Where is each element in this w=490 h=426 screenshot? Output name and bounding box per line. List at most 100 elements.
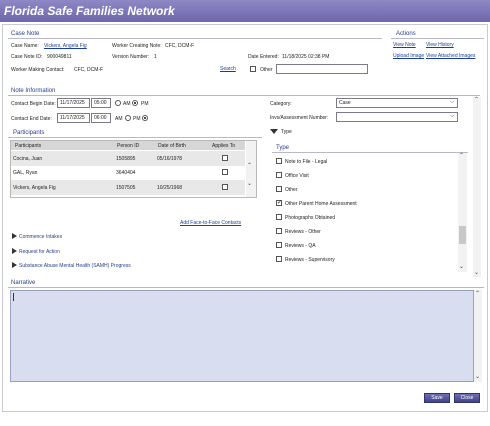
window-title: Florida Safe Families Network [4,4,175,18]
participant-name: Vickers, Angela Fig [13,185,56,191]
other-label: Other [260,67,273,73]
expand-arrow-icon[interactable] [12,248,17,254]
type-collapse-icon[interactable] [270,129,278,134]
other-input[interactable] [276,64,368,74]
main-scrollbar[interactable] [473,97,481,277]
contact-begin-label: Contact Begin Date: [11,101,56,107]
scroll-down-icon[interactable]: ⌄ [475,374,480,380]
narrative-scrollbar[interactable] [474,290,482,382]
type-item-label: Other Parent Home Assessment [285,201,357,207]
col-applies-to: Applies To [212,143,235,149]
category-label: Category: [270,101,292,107]
worker-making-label: Worker Making Contact: [11,67,65,73]
upload-image-link[interactable]: Upload Image [393,53,424,59]
close-button[interactable]: Close [454,393,480,403]
participants-title: Participants [13,130,45,136]
date-entered-label: Date Entered: [248,54,279,60]
type-checkbox[interactable] [276,256,282,262]
add-face-to-face-link[interactable]: Add Face-to-Face Contacts [180,220,241,226]
category-chevron-down-icon[interactable]: ⌵ [450,99,455,105]
scroll-down-icon[interactable]: ⌄ [247,181,252,187]
begin-date-input[interactable]: 11/17/2025 [57,98,90,108]
type-checkbox[interactable] [276,242,282,248]
expand-arrow-icon[interactable] [12,262,17,268]
invs-label: Invs/Assessment Number: [270,115,329,121]
type-list-title: Type [276,145,290,151]
participants-divider [8,137,262,138]
scroll-down-icon[interactable]: ⌄ [459,264,464,270]
version-label: Version Number: [112,54,150,60]
applies-to-checkbox[interactable] [222,169,228,175]
scroll-up-icon[interactable]: ⌃ [475,291,480,297]
type-list-scrollbar[interactable] [458,153,467,272]
category-select[interactable]: Case [336,98,458,108]
version-value: 1 [154,54,157,60]
request-for-action-expander[interactable]: Request for Action [19,249,60,255]
date-entered-value: 11/18/2025 02:38 PM [282,54,330,60]
end-pm-radio[interactable] [142,115,148,121]
category-value: Case [339,100,351,106]
begin-am-label: AM [123,101,131,107]
text-cursor [13,293,14,301]
col-person-id: Person ID [117,143,140,149]
type-item-label: Note to File - Legal [285,159,328,165]
actions-divider [391,38,484,39]
save-button[interactable]: Save [424,393,450,403]
col-dob: Date of Birth [158,143,186,149]
type-item-label: Reviews - Other [285,229,321,235]
begin-time-input[interactable]: 05:00 [91,98,111,108]
type-item-label: Reviews - Supervisory [285,257,335,263]
type-checkbox[interactable] [276,172,282,178]
type-list-scroll-thumb[interactable] [459,226,466,244]
type-checkbox[interactable] [276,186,282,192]
view-note-link[interactable]: View Note [393,42,416,48]
applies-to-checkbox[interactable] [222,184,228,190]
narrative-textarea[interactable] [10,290,474,382]
view-attached-images-link[interactable]: View Attached Images [426,53,475,59]
type-checkbox[interactable] [276,228,282,234]
type-item-label: Reviews - QA [285,243,316,249]
type-checkbox[interactable] [276,199,282,206]
begin-am-radio[interactable] [115,100,121,106]
expand-arrow-icon[interactable] [12,233,17,239]
case-name-link[interactable]: Vickers, Angela Fig [44,43,87,49]
participant-id: 3640404 [116,170,136,176]
narrative-title: Narrative [11,280,36,286]
participant-id: 1507505 [116,185,136,191]
begin-pm-label: PM [141,101,149,107]
end-date-input[interactable]: 11/17/2025 [57,113,90,123]
search-link[interactable]: Search [220,66,236,72]
note-information-title: Note Information [11,88,56,94]
invs-chevron-down-icon[interactable]: ⌵ [450,113,455,119]
actions-title: Actions [396,31,416,37]
scroll-up-icon[interactable]: ⌃ [474,97,479,103]
contact-end-label: Contact End Date: [11,116,52,122]
case-name-label: Case Name: [11,43,39,49]
narrative-divider [8,287,484,288]
col-participants: Participants [15,143,42,149]
type-checkbox[interactable] [276,158,282,164]
participant-dob: 05/16/1978 [157,156,183,162]
type-list [272,153,468,272]
applies-to-checkbox[interactable] [222,155,228,161]
participants-scrollbar[interactable] [246,141,256,197]
other-checkbox[interactable] [250,66,256,72]
end-am-radio[interactable] [125,115,131,121]
type-toggle-label[interactable]: Type [281,129,292,135]
participant-name: GAL, Ryan [13,170,38,176]
scroll-up-icon[interactable]: ⌃ [247,163,252,169]
scroll-down-icon[interactable]: ⌄ [474,270,479,276]
worker-creating-label: Worker Creating Note: [112,43,162,49]
participant-name: Cocina, Juan [13,156,43,162]
invs-select[interactable] [336,112,458,122]
end-time-input[interactable]: 06:00 [91,113,111,123]
commence-intakes-expander[interactable]: Commence Intakes [19,234,62,240]
note-information-divider [8,95,480,96]
view-history-link[interactable]: View History [426,42,454,48]
participant-dob: 10/25/1968 [157,185,183,191]
scroll-up-icon[interactable]: ⌃ [459,153,464,159]
type-checkbox[interactable] [276,214,282,220]
samh-progress-expander[interactable]: Substance Abuse Mental Health (SAMH) Pro… [19,263,131,269]
begin-pm-radio[interactable] [132,100,138,106]
case-note-id-label: Case Note ID: [11,54,43,60]
